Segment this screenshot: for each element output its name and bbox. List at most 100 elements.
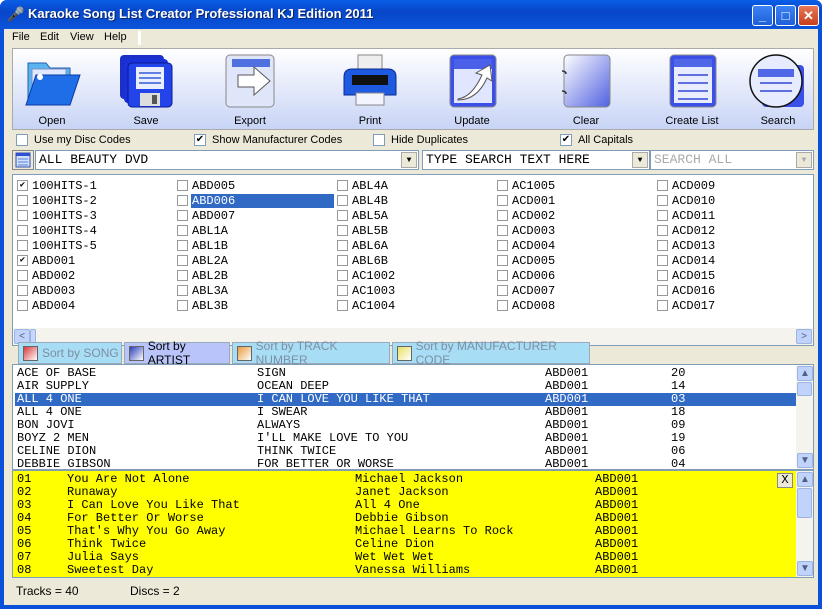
disc-checkbox[interactable] (177, 180, 188, 191)
disc-item[interactable]: 100HITS-3 (17, 208, 98, 223)
disc-item[interactable]: ABD003 (17, 283, 98, 298)
disc-checkbox[interactable] (337, 180, 348, 191)
disc-item[interactable]: 100HITS-2 (17, 193, 98, 208)
disc-item[interactable]: ACD006 (497, 268, 556, 283)
disc-item[interactable]: ACD017 (657, 298, 716, 313)
menu-edit[interactable]: Edit (40, 31, 59, 43)
disc-checkbox[interactable] (17, 240, 28, 251)
disc-checkbox[interactable] (657, 180, 668, 191)
manufacturer-list-button[interactable] (12, 150, 34, 170)
all-capitals-checkbox[interactable]: ✔ All Capitals (560, 134, 633, 146)
scroll-right-icon[interactable]: > (796, 329, 812, 344)
disc-checkbox[interactable] (657, 285, 668, 296)
disc-item[interactable]: ✔ 100HITS-1 (17, 178, 98, 193)
disc-checkbox[interactable] (337, 285, 348, 296)
disc-checkbox[interactable] (337, 240, 348, 251)
disc-item[interactable]: ACD008 (497, 298, 556, 313)
scroll-up-icon[interactable]: ▲ (797, 472, 813, 487)
disc-checkbox[interactable] (497, 225, 508, 236)
disc-item[interactable]: ACD002 (497, 208, 556, 223)
disc-item[interactable]: ACD013 (657, 238, 716, 253)
search-button[interactable]: Search (739, 49, 817, 130)
disc-item[interactable]: ACD005 (497, 253, 556, 268)
disc-item[interactable]: ABL5B (337, 223, 396, 238)
disc-item[interactable]: ABL3A (177, 283, 334, 298)
disc-checkbox[interactable] (337, 225, 348, 236)
track-row[interactable]: 08 Sweetest Day Vanessa Williams ABD001 (15, 564, 797, 577)
disc-item[interactable]: ACD015 (657, 268, 716, 283)
tab-sort-by-manufacturer-code[interactable]: Sort by MANUFACTURER CODE (392, 339, 590, 367)
scroll-thumb[interactable] (797, 488, 812, 518)
disc-checkbox[interactable] (17, 225, 28, 236)
manufacturer-select[interactable]: ALL BEAUTY DVD ▼ (35, 150, 419, 170)
song-list[interactable]: ACE OF BASE SIGN ABD001 20 AIR SUPPLY OCEAN D… (12, 364, 814, 471)
disc-checkbox[interactable] (657, 240, 668, 251)
export-button[interactable]: Export (211, 49, 289, 130)
disc-checkbox[interactable] (657, 300, 668, 311)
disc-item[interactable]: AC1003 (337, 283, 396, 298)
scroll-down-icon[interactable]: ▼ (797, 561, 813, 576)
disc-item[interactable]: ABL2A (177, 253, 334, 268)
disc-checkbox[interactable] (657, 255, 668, 266)
menu-file[interactable]: File (12, 31, 30, 43)
checkbox-box[interactable] (16, 134, 28, 146)
disc-checkbox[interactable] (497, 180, 508, 191)
scroll-up-icon[interactable]: ▲ (797, 366, 813, 381)
disc-checkbox[interactable] (17, 300, 28, 311)
disc-checkbox[interactable] (337, 270, 348, 281)
chevron-down-icon[interactable]: ▼ (632, 152, 648, 168)
close-track-list-button[interactable]: X (777, 473, 793, 488)
print-button[interactable]: Print (331, 49, 409, 130)
scroll-thumb[interactable] (797, 382, 812, 396)
disc-checkbox[interactable] (657, 210, 668, 221)
maximize-button[interactable]: □ (775, 5, 796, 26)
disc-checkbox[interactable] (177, 225, 188, 236)
disc-checkbox[interactable] (177, 210, 188, 221)
disc-item[interactable]: ACD016 (657, 283, 716, 298)
disc-checkbox[interactable] (337, 195, 348, 206)
tab-sort-by-song[interactable]: Sort by SONG (18, 342, 122, 364)
disc-item[interactable]: ACD011 (657, 208, 716, 223)
disc-checkbox[interactable] (17, 285, 28, 296)
disc-checkbox[interactable] (497, 300, 508, 311)
hide-duplicates-checkbox[interactable]: Hide Duplicates (373, 134, 468, 146)
disc-item[interactable]: ABL1B (177, 238, 334, 253)
close-button[interactable]: ✕ (798, 5, 819, 26)
disc-item[interactable]: ABL4A (337, 178, 396, 193)
checkbox-box[interactable]: ✔ (560, 134, 572, 146)
menu-view[interactable]: View (70, 31, 94, 43)
disc-item[interactable]: ACD010 (657, 193, 716, 208)
scroll-down-icon[interactable]: ▼ (797, 453, 813, 468)
disc-checkbox[interactable] (17, 195, 28, 206)
disc-item[interactable]: ABL1A (177, 223, 334, 238)
open-button[interactable]: Open (13, 49, 91, 130)
disc-item[interactable]: 100HITS-5 (17, 238, 98, 253)
disc-item[interactable]: ABD006 (177, 193, 334, 208)
disc-item[interactable]: AC1004 (337, 298, 396, 313)
disc-checkbox[interactable]: ✔ (17, 180, 28, 191)
disc-item[interactable]: AC1005 (497, 178, 556, 193)
disc-checkbox[interactable] (657, 270, 668, 281)
tab-sort-by-track-number[interactable]: Sort by TRACK NUMBER (232, 339, 390, 367)
disc-item[interactable]: AC1002 (337, 268, 396, 283)
disc-item[interactable]: ACD003 (497, 223, 556, 238)
disc-checkbox[interactable] (177, 300, 188, 311)
tab-sort-by-artist[interactable]: Sort by ARTIST (124, 339, 230, 367)
disc-checkbox[interactable] (177, 240, 188, 251)
disc-item[interactable]: ✔ ABD001 (17, 253, 98, 268)
disc-item[interactable]: ABL3B (177, 298, 334, 313)
disc-checkbox[interactable] (497, 255, 508, 266)
disc-checkbox[interactable] (497, 210, 508, 221)
chevron-down-icon[interactable]: ▼ (401, 152, 417, 168)
update-button[interactable]: Update (433, 49, 511, 130)
disc-item[interactable]: ABL6B (337, 253, 396, 268)
checkbox-box[interactable] (373, 134, 385, 146)
use-disc-codes-checkbox[interactable]: Use my Disc Codes (16, 134, 131, 146)
save-button[interactable]: Save (107, 49, 185, 130)
disc-item[interactable]: ABD002 (17, 268, 98, 283)
disc-item[interactable]: ACD007 (497, 283, 556, 298)
disc-item[interactable]: ABD007 (177, 208, 334, 223)
minimize-button[interactable]: _ (752, 5, 773, 26)
disc-item[interactable]: ACD004 (497, 238, 556, 253)
search-scope-select[interactable]: SEARCH ALL ▼ (650, 150, 814, 170)
